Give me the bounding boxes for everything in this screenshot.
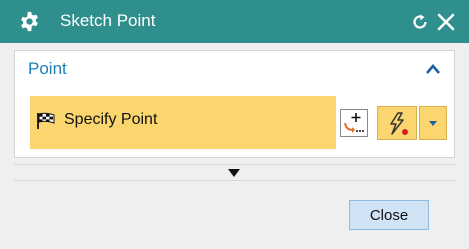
point-group: Point Specify Point bbox=[14, 50, 455, 158]
close-icon[interactable] bbox=[435, 11, 457, 33]
close-button[interactable]: Close bbox=[349, 200, 429, 230]
dropdown-arrow-icon bbox=[429, 121, 437, 126]
snap-point-button[interactable] bbox=[377, 106, 417, 140]
specify-point-row[interactable]: Specify Point bbox=[30, 96, 336, 149]
point-dialog-button[interactable] bbox=[340, 109, 368, 137]
point-dialog-icon bbox=[344, 113, 364, 133]
checkered-flag-icon bbox=[37, 112, 55, 129]
dialog-title: Sketch Point bbox=[60, 11, 156, 30]
specify-point-label: Specify Point bbox=[64, 111, 158, 128]
snap-dropdown-button[interactable] bbox=[419, 106, 447, 140]
title-bar: Sketch Point bbox=[0, 0, 469, 43]
reset-icon[interactable] bbox=[410, 12, 430, 32]
more-options-bar[interactable] bbox=[14, 164, 455, 181]
chevron-up-icon[interactable] bbox=[425, 63, 441, 75]
group-title[interactable]: Point bbox=[28, 59, 67, 79]
gear-icon[interactable] bbox=[19, 11, 40, 32]
lightning-snap-icon bbox=[390, 112, 408, 135]
expand-down-icon[interactable] bbox=[228, 169, 240, 177]
